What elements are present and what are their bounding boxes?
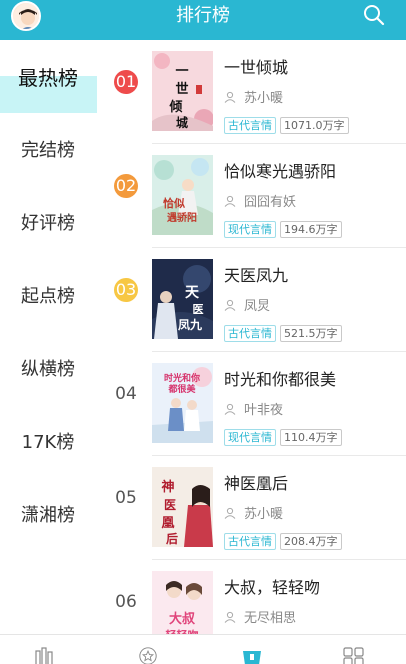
- svg-text:一: 一: [175, 64, 188, 79]
- rank-number: 05: [115, 488, 137, 508]
- sidebar-item-zongheng[interactable]: 纵横榜: [0, 352, 96, 388]
- page-title: 排行榜: [176, 5, 230, 26]
- book-author-name: 叶非夜: [244, 403, 284, 418]
- svg-text:后: 后: [166, 531, 178, 546]
- book-author: 苏小暖: [224, 87, 283, 106]
- book-cover[interactable]: 时光和你 都很美: [152, 363, 213, 443]
- book-author-name: 无尽相思: [244, 611, 297, 626]
- svg-text:世: 世: [175, 81, 188, 97]
- book-title[interactable]: 大叔，轻轻吻: [224, 574, 320, 598]
- rank-badge: 03: [114, 278, 138, 302]
- svg-text:医: 医: [164, 498, 176, 512]
- book-author: 囧囧有妖: [224, 191, 296, 210]
- bottom-tab-bar: [0, 634, 406, 664]
- author-icon: [224, 91, 236, 103]
- book-cover[interactable]: 大叔 轻轻吻: [152, 571, 213, 634]
- author-icon: [224, 507, 236, 519]
- sidebar-item-hot[interactable]: 最热榜: [0, 60, 96, 96]
- svg-text:倾: 倾: [168, 99, 182, 115]
- word-count-tag: 521.5万字: [280, 325, 342, 342]
- genre-tag: 现代言情: [224, 221, 276, 238]
- genre-tag: 古代言情: [224, 533, 276, 550]
- search-icon[interactable]: [362, 3, 386, 27]
- genre-tag: 古代言情: [224, 117, 276, 134]
- book-tags: 古代言情 208.4万字: [224, 530, 346, 550]
- author-icon: [224, 195, 236, 207]
- book-author: 无尽相思: [224, 607, 296, 626]
- rank-number: 04: [115, 384, 137, 404]
- svg-text:都很美: 都很美: [167, 383, 196, 395]
- book-title[interactable]: 恰似寒光遇骄阳: [224, 158, 336, 182]
- book-author-name: 苏小暖: [244, 91, 284, 106]
- book-title[interactable]: 时光和你都很美: [224, 366, 336, 390]
- svg-text:神: 神: [161, 479, 174, 495]
- book-title[interactable]: 天医凤九: [224, 262, 288, 286]
- sidebar-item-17k[interactable]: 17K榜: [0, 425, 96, 461]
- svg-text:遇骄阳: 遇骄阳: [167, 211, 197, 224]
- word-count-tag: 194.6万字: [280, 221, 342, 238]
- ranking-category-sidebar: 最热榜 完结榜 好评榜 起点榜 纵横榜 17K榜 潇湘榜: [0, 40, 97, 634]
- book-item[interactable]: 04 时光和你 都很美 时光和你都很美 叶非夜 现代言情 110.4万字: [96, 352, 406, 456]
- book-author: 苏小暖: [224, 503, 283, 522]
- svg-text:凤九: 凤九: [178, 317, 202, 332]
- svg-text:天: 天: [185, 285, 200, 301]
- sidebar-item-xiaoxiang[interactable]: 潇湘榜: [0, 498, 96, 534]
- book-item[interactable]: 02 恰似 遇骄阳 恰似寒光遇骄阳 囧囧有妖 现代言情 194.6万字: [96, 144, 406, 248]
- category-icon[interactable]: [343, 647, 365, 664]
- author-icon: [224, 611, 236, 623]
- rank-badge: 01: [114, 70, 138, 94]
- sidebar-item-rated[interactable]: 好评榜: [0, 206, 96, 242]
- author-icon: [224, 403, 236, 415]
- book-cover[interactable]: 神 医 凰 后: [152, 467, 213, 547]
- book-cover[interactable]: 恰似 遇骄阳: [152, 155, 213, 235]
- genre-tag: 现代言情: [224, 429, 276, 446]
- book-item[interactable]: 03 天 医 凤九 天医凤九 凤炅 古代言情 521.5万字: [96, 248, 406, 352]
- book-cover[interactable]: 天 医 凤九: [152, 259, 213, 339]
- svg-text:医: 医: [193, 303, 204, 316]
- svg-text:大叔: 大叔: [169, 611, 196, 627]
- book-item[interactable]: 01 一 世 倾 城 一世倾城 苏小暖 古代言情 1071.0万字: [96, 40, 406, 144]
- word-count-tag: 208.4万字: [280, 533, 342, 550]
- book-cover[interactable]: 一 世 倾 城: [152, 51, 213, 131]
- bookshelf-icon[interactable]: [34, 647, 56, 664]
- svg-text:城: 城: [176, 115, 188, 130]
- book-tags: 现代言情 194.6万字: [224, 218, 346, 238]
- top-bar: 排行榜: [0, 0, 406, 40]
- book-author-name: 囧囧有妖: [244, 195, 297, 210]
- sidebar-item-finished[interactable]: 完结榜: [0, 133, 96, 169]
- book-author: 凤炅: [224, 295, 270, 314]
- ranking-icon[interactable]: [241, 647, 263, 664]
- book-item[interactable]: 06 大叔 轻轻吻 大叔，轻轻吻 无尽相思: [96, 560, 406, 634]
- star-icon[interactable]: [137, 647, 159, 664]
- author-icon: [224, 299, 236, 311]
- book-title[interactable]: 神医凰后: [224, 470, 288, 494]
- book-tags: 现代言情 110.4万字: [224, 426, 346, 446]
- book-author-name: 凤炅: [244, 299, 271, 314]
- svg-text:凰: 凰: [161, 516, 174, 531]
- rank-number: 06: [115, 592, 137, 612]
- genre-tag: 古代言情: [224, 325, 276, 342]
- book-author: 叶非夜: [224, 399, 283, 418]
- book-title[interactable]: 一世倾城: [224, 54, 288, 78]
- book-item[interactable]: 05 神 医 凰 后 神医凰后 苏小暖 古代言情 208.4万字: [96, 456, 406, 560]
- svg-text:恰似: 恰似: [163, 196, 185, 210]
- svg-text:时光和你: 时光和你: [164, 372, 200, 384]
- sidebar-item-qidian[interactable]: 起点榜: [0, 279, 96, 315]
- rank-badge: 02: [114, 174, 138, 198]
- book-ranking-list: 01 一 世 倾 城 一世倾城 苏小暖 古代言情 1071.0万字 02 恰似 …: [96, 40, 406, 634]
- book-tags: 古代言情 521.5万字: [224, 322, 346, 342]
- word-count-tag: 110.4万字: [280, 429, 342, 446]
- book-tags: 古代言情 1071.0万字: [224, 114, 353, 134]
- book-author-name: 苏小暖: [244, 507, 284, 522]
- word-count-tag: 1071.0万字: [280, 117, 349, 134]
